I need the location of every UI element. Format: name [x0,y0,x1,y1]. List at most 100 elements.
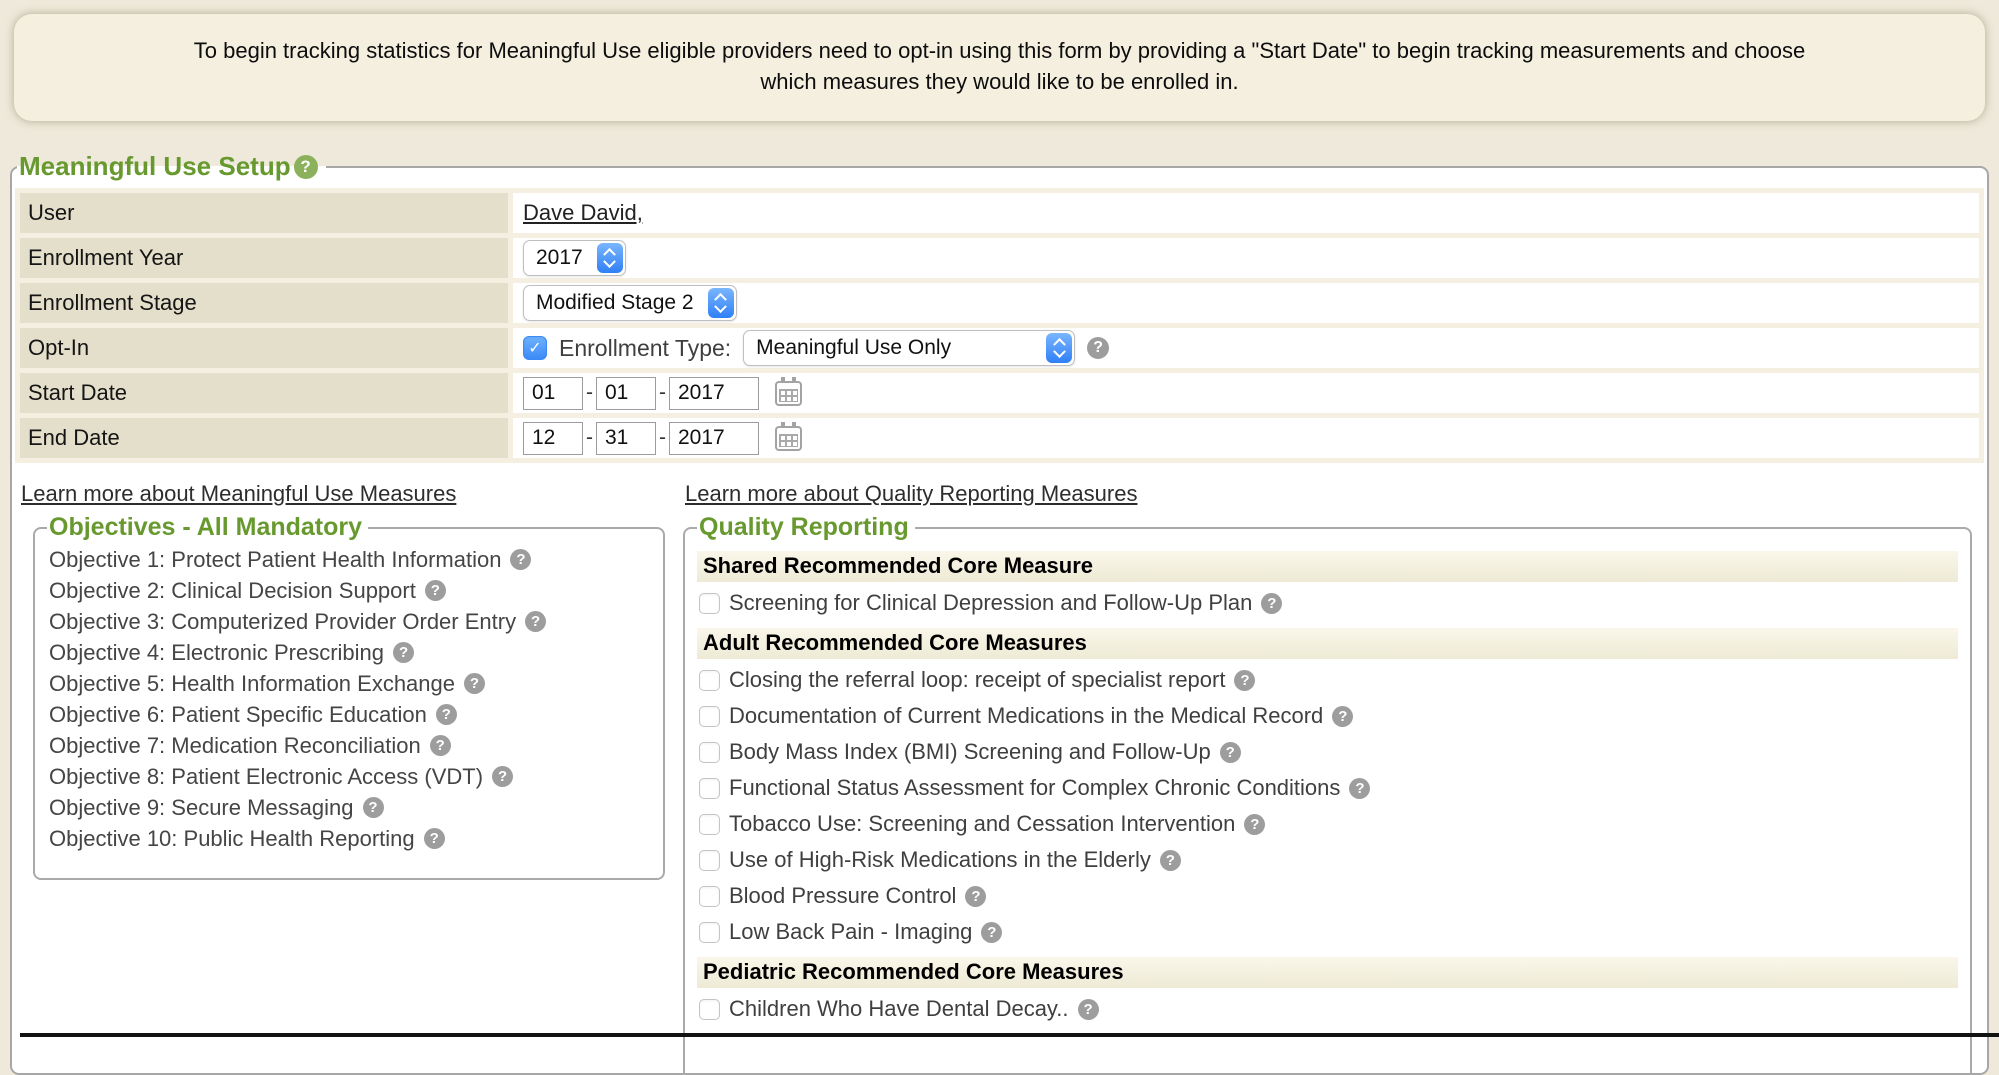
help-icon[interactable]: ? [492,766,513,787]
help-icon[interactable]: ? [525,611,546,632]
opt-in-checkbox[interactable]: ✓ [523,336,547,360]
help-icon[interactable]: ? [1160,850,1181,871]
help-icon[interactable]: ? [1220,742,1241,763]
objective-label: Objective 5: Health Information Exchange [49,671,455,697]
objectives-legend: Objectives - All Mandatory [47,513,368,542]
help-icon[interactable]: ? [1332,706,1353,727]
measure-checkbox[interactable] [699,850,720,871]
measure-row: Body Mass Index (BMI) Screening and Foll… [697,734,1958,770]
measure-section-header: Adult Recommended Core Measures [697,628,1958,659]
help-icon[interactable]: ? [294,155,318,179]
meaningful-use-page: { "banner": { "line1": "To begin trackin… [0,14,1999,1037]
measure-section-header: Pediatric Recommended Core Measures [697,957,1958,988]
date-separator: - [586,426,593,450]
start-year-input[interactable] [669,377,759,410]
objective-label: Objective 9: Secure Messaging [49,795,354,821]
objective-item: Objective 7: Medication Reconciliation ? [47,730,651,761]
frame-bottom-edge [20,1033,1999,1037]
enrollment-type-select[interactable]: Meaningful Use Only [743,330,1075,366]
help-icon[interactable]: ? [425,580,446,601]
measure-checkbox[interactable] [699,778,720,799]
measure-row: Screening for Clinical Depression and Fo… [697,585,1958,621]
select-spinner [597,243,623,273]
objective-label: Objective 2: Clinical Decision Support [49,578,416,604]
help-icon[interactable]: ? [981,922,1002,943]
quality-legend: Quality Reporting [697,513,915,542]
measure-label: Low Back Pain - Imaging [729,919,972,945]
help-icon[interactable]: ? [1078,999,1099,1020]
start-date-label: Start Date [20,373,508,413]
help-icon[interactable]: ? [424,828,445,849]
measure-checkbox[interactable] [699,999,720,1020]
measure-row: Children Who Have Dental Decay.. ? [697,991,1958,1027]
end-day-input[interactable] [596,422,656,455]
help-icon[interactable]: ? [1234,670,1255,691]
enrollment-stage-select[interactable]: Modified Stage 2 [523,285,737,321]
setup-table: User Dave David, Enrollment Year 2017 En… [15,188,1984,463]
objective-label: Objective 7: Medication Reconciliation [49,733,421,759]
measure-checkbox[interactable] [699,670,720,691]
select-spinner [708,288,734,318]
measure-checkbox[interactable] [699,922,720,943]
learn-more-qr-link[interactable]: Learn more about Quality Reporting Measu… [685,481,1137,507]
objectives-list: Objective 1: Protect Patient Health Info… [47,544,651,854]
objective-item: Objective 1: Protect Patient Health Info… [47,544,651,575]
measure-label: Closing the referral loop: receipt of sp… [729,667,1225,693]
end-month-input[interactable] [523,422,583,455]
measure-row: Functional Status Assessment for Complex… [697,770,1958,806]
measure-checkbox[interactable] [699,706,720,727]
help-icon[interactable]: ? [430,735,451,756]
measure-label: Body Mass Index (BMI) Screening and Foll… [729,739,1211,765]
date-separator: - [586,381,593,405]
enrollment-type-value: Meaningful Use Only [756,336,963,360]
help-icon[interactable]: ? [510,549,531,570]
measure-checkbox[interactable] [699,742,720,763]
help-icon[interactable]: ? [965,886,986,907]
measure-row: Blood Pressure Control ? [697,878,1958,914]
table-row-enrollment-year: Enrollment Year 2017 [20,238,1979,278]
help-icon[interactable]: ? [1349,778,1370,799]
objective-item: Objective 8: Patient Electronic Access (… [47,761,651,792]
end-year-input[interactable] [669,422,759,455]
calendar-icon[interactable] [775,381,802,406]
measure-checkbox[interactable] [699,814,720,835]
enrollment-stage-label: Enrollment Stage [20,283,508,323]
help-icon[interactable]: ? [363,797,384,818]
meaningful-use-setup-fieldset: Meaningful Use Setup? User Dave David, E… [10,151,1989,1075]
objective-label: Objective 4: Electronic Prescribing [49,640,384,666]
enrollment-year-select[interactable]: 2017 [523,240,626,276]
start-day-input[interactable] [596,377,656,410]
help-icon[interactable]: ? [1244,814,1265,835]
objective-item: Objective 5: Health Information Exchange… [47,668,651,699]
select-spinner [1046,333,1072,363]
objective-item: Objective 10: Public Health Reporting ? [47,823,651,854]
enrollment-year-label: Enrollment Year [20,238,508,278]
measure-checkbox[interactable] [699,593,720,614]
quality-measures-list: Shared Recommended Core Measure Screenin… [697,551,1958,1027]
date-separator: - [659,381,666,405]
end-date-label: End Date [20,418,508,458]
quality-reporting-fieldset: Quality Reporting Shared Recommended Cor… [683,513,1972,1073]
instruction-banner: To begin tracking statistics for Meaning… [14,14,1985,121]
calendar-icon[interactable] [775,426,802,451]
enrollment-stage-value: Modified Stage 2 [536,291,706,315]
date-separator: - [659,426,666,450]
banner-line-2: which measures they would like to be enr… [50,66,1949,97]
help-icon[interactable]: ? [1261,593,1282,614]
start-month-input[interactable] [523,377,583,410]
user-link[interactable]: Dave David, [523,200,643,225]
learn-more-mu-link[interactable]: Learn more about Meaningful Use Measures [21,481,456,507]
banner-line-1: To begin tracking statistics for Meaning… [50,35,1949,66]
help-icon[interactable]: ? [464,673,485,694]
measure-checkbox[interactable] [699,886,720,907]
enrollment-year-value: 2017 [536,246,595,270]
help-icon[interactable]: ? [1087,337,1109,359]
measure-label: Documentation of Current Medications in … [729,703,1323,729]
measure-label: Tobacco Use: Screening and Cessation Int… [729,811,1235,837]
help-icon[interactable]: ? [393,642,414,663]
measure-row: Documentation of Current Medications in … [697,698,1958,734]
help-icon[interactable]: ? [436,704,457,725]
measure-row: Use of High-Risk Medications in the Elde… [697,842,1958,878]
table-row-opt-in: Opt-In ✓ Enrollment Type: Meaningful Use… [20,328,1979,368]
objective-label: Objective 1: Protect Patient Health Info… [49,547,501,573]
